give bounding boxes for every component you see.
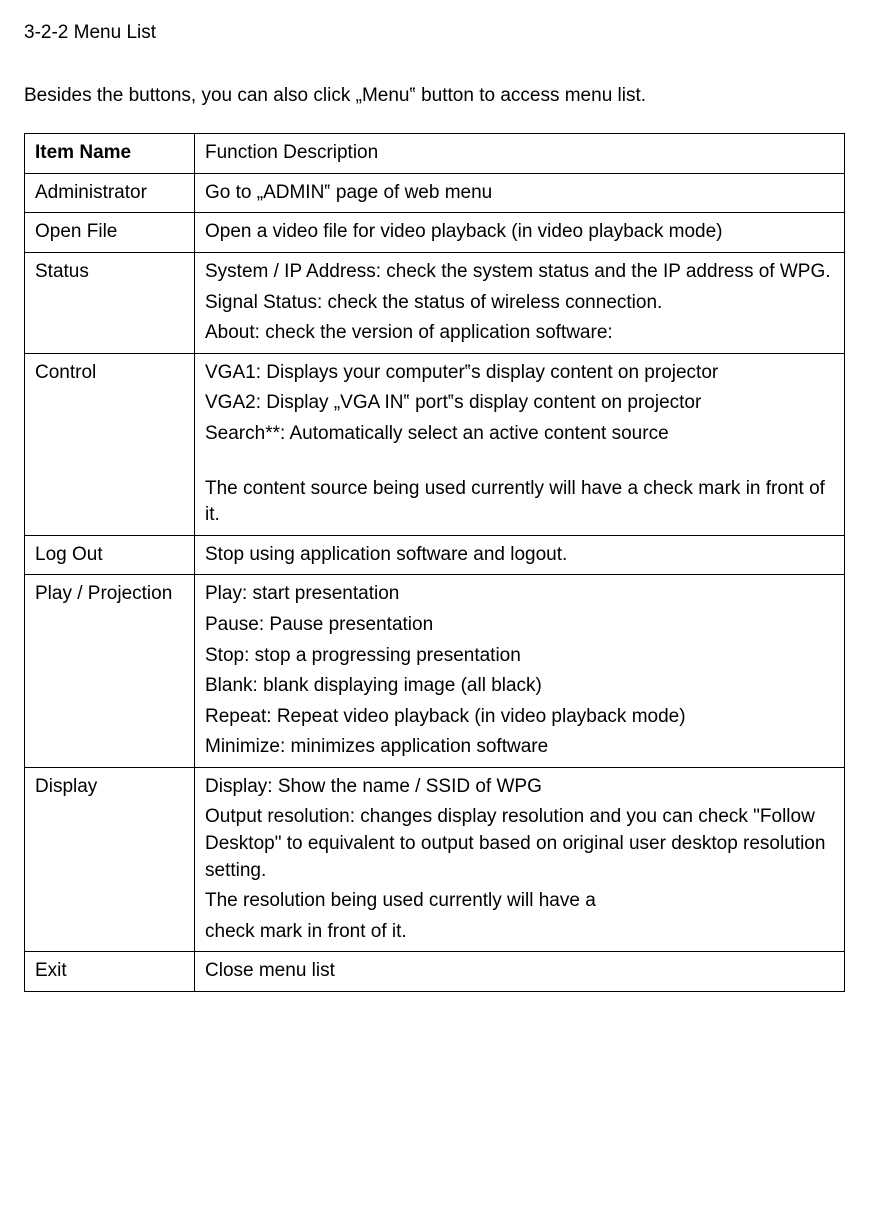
description-line: Signal Status: check the status of wirel… — [205, 290, 834, 317]
table-row: Status System / IP Address: check the sys… — [25, 252, 845, 353]
item-name-cell: Log Out — [25, 535, 195, 575]
description-line: Minimize: minimizes application software — [205, 734, 834, 761]
function-description-cell: Open a video file for video playback (in… — [195, 213, 845, 253]
item-name-cell: Control — [25, 353, 195, 535]
description-line — [205, 452, 834, 472]
item-name-cell: Play / Projection — [25, 575, 195, 768]
item-name-cell: Display — [25, 767, 195, 952]
menu-list-table: Item Name Function Description Administr… — [24, 133, 845, 992]
table-row: DisplayDisplay: Show the name / SSID of … — [25, 767, 845, 952]
description-line: Stop: stop a progressing presentation — [205, 643, 834, 670]
description-line: Close menu list — [205, 958, 834, 985]
function-description-cell: Stop using application software and logo… — [195, 535, 845, 575]
description-line: Go to „ADMIN‟ page of web menu — [205, 180, 834, 207]
description-line: Stop using application software and logo… — [205, 542, 834, 569]
table-row: Exit Close menu list — [25, 952, 845, 992]
description-line: Search**: Automatically select an active… — [205, 421, 834, 448]
description-line: check mark in front of it. — [205, 919, 834, 946]
function-description-cell: Play: start presentation Pause: Pause pre… — [195, 575, 845, 768]
header-item-name: Item Name — [25, 134, 195, 174]
description-line: System / IP Address: check the system st… — [205, 259, 834, 286]
description-line: Open a video file for video playback (in… — [205, 219, 834, 246]
table-row: Administrator Go to „ADMIN‟ page of web m… — [25, 173, 845, 213]
description-line: Display: Show the name / SSID of WPG — [205, 774, 834, 801]
description-line: Play: start presentation — [205, 581, 834, 608]
description-line: Pause: Pause presentation — [205, 612, 834, 639]
section-heading: 3-2-2 Menu List — [24, 20, 845, 47]
function-description-cell: Display: Show the name / SSID of WPG Outp… — [195, 767, 845, 952]
table-header-row: Item Name Function Description — [25, 134, 845, 174]
description-line: VGA1: Displays your computer‟s display c… — [205, 360, 834, 387]
function-description-cell: VGA1: Displays your computer‟s display c… — [195, 353, 845, 535]
description-line: The resolution being used currently will… — [205, 888, 834, 915]
header-function-description: Function Description — [195, 134, 845, 174]
description-line: Blank: blank displaying image (all black… — [205, 673, 834, 700]
table-row: Control VGA1: Displays your computer‟s di… — [25, 353, 845, 535]
item-name-cell: Administrator — [25, 173, 195, 213]
description-line: VGA2: Display „VGA IN‟ port‟s display co… — [205, 390, 834, 417]
item-name-cell: Exit — [25, 952, 195, 992]
table-row: Log Out Stop using application software a… — [25, 535, 845, 575]
intro-text: Besides the buttons, you can also click … — [24, 83, 845, 110]
description-line: The content source being used currently … — [205, 476, 834, 529]
table-row: Play / ProjectionPlay: start presentatio… — [25, 575, 845, 768]
description-line: Repeat: Repeat video playback (in video … — [205, 704, 834, 731]
function-description-cell: Close menu list — [195, 952, 845, 992]
description-line: Output resolution: changes display resol… — [205, 804, 834, 884]
function-description-cell: Go to „ADMIN‟ page of web menu — [195, 173, 845, 213]
table-row: Open File Open a video file for video pla… — [25, 213, 845, 253]
description-line: About: check the version of application … — [205, 320, 834, 347]
function-description-cell: System / IP Address: check the system st… — [195, 252, 845, 353]
item-name-cell: Open File — [25, 213, 195, 253]
item-name-cell: Status — [25, 252, 195, 353]
